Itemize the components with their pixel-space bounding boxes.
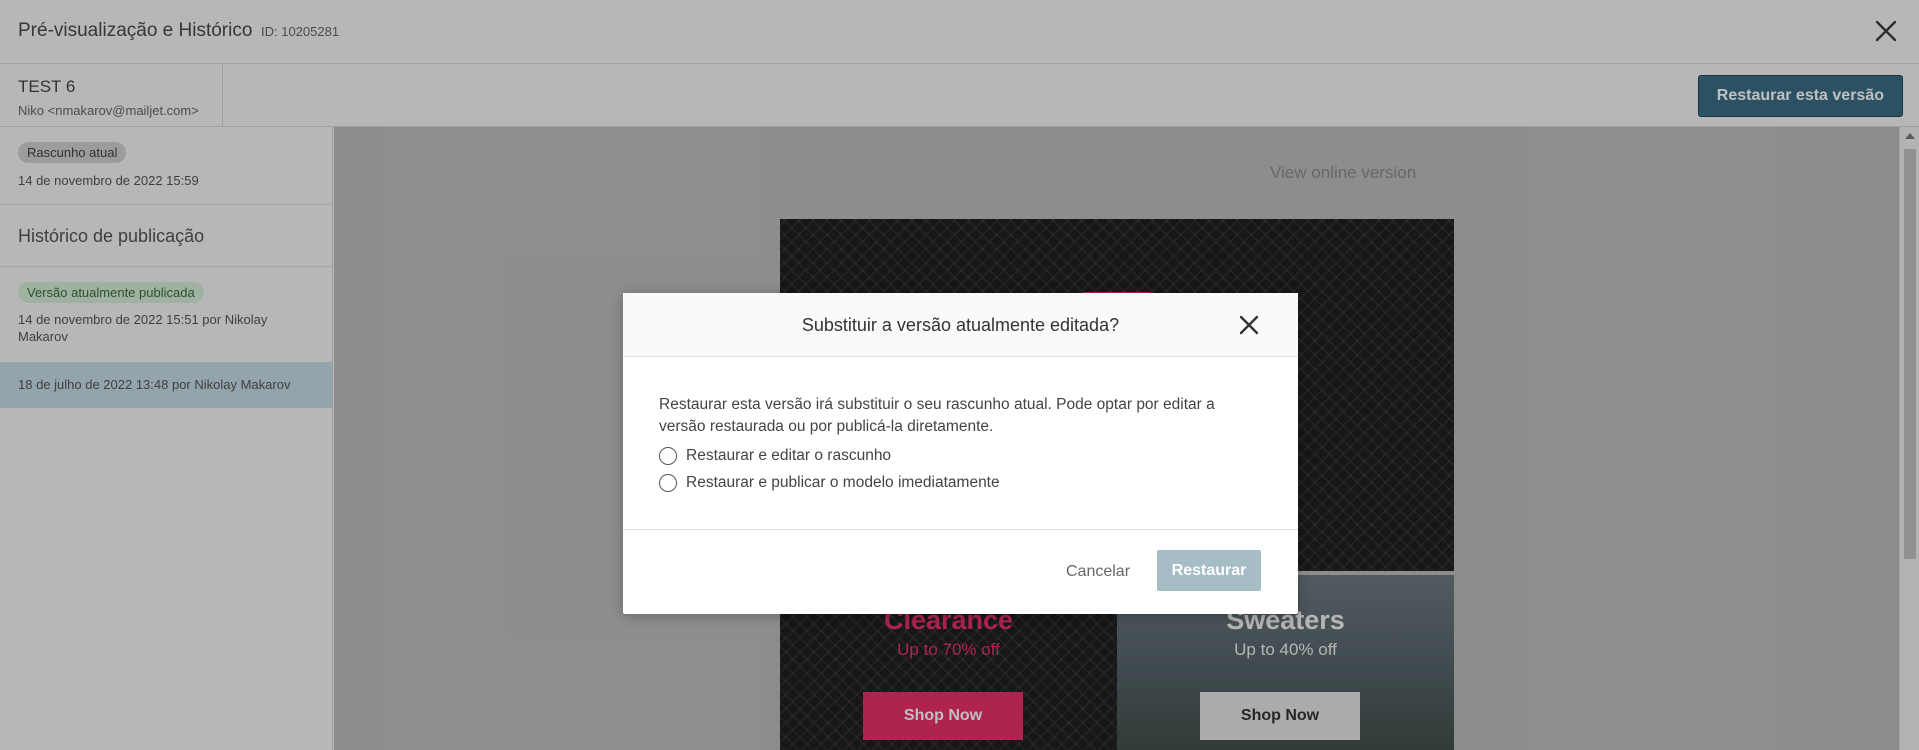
dialog-title: Substituir a versão atualmente editada? bbox=[801, 315, 1120, 335]
dialog-message: Restaurar esta versão irá substituir o s… bbox=[659, 396, 1215, 435]
option-label: Restaurar e editar o rascunho bbox=[686, 447, 892, 464]
restore-dialog: Substituir a versão atualmente editada? … bbox=[623, 293, 1298, 614]
option-restore-edit[interactable]: Restaurar e editar o rascunho bbox=[659, 447, 1262, 465]
radio-button[interactable] bbox=[659, 447, 677, 465]
radio-button[interactable] bbox=[659, 474, 677, 492]
option-label: Restaurar e publicar o modelo imediatame… bbox=[686, 474, 1000, 491]
cancel-button[interactable]: Cancelar bbox=[1056, 552, 1140, 592]
dialog-footer: Cancelar Restaurar bbox=[623, 530, 1298, 613]
close-icon[interactable] bbox=[1237, 313, 1261, 337]
option-restore-publish[interactable]: Restaurar e publicar o modelo imediatame… bbox=[659, 474, 1262, 492]
dialog-body: Restaurar esta versão irá substituir o s… bbox=[623, 357, 1298, 530]
confirm-restore-button[interactable]: Restaurar bbox=[1157, 550, 1261, 591]
dialog-header: Substituir a versão atualmente editada? bbox=[623, 293, 1298, 357]
